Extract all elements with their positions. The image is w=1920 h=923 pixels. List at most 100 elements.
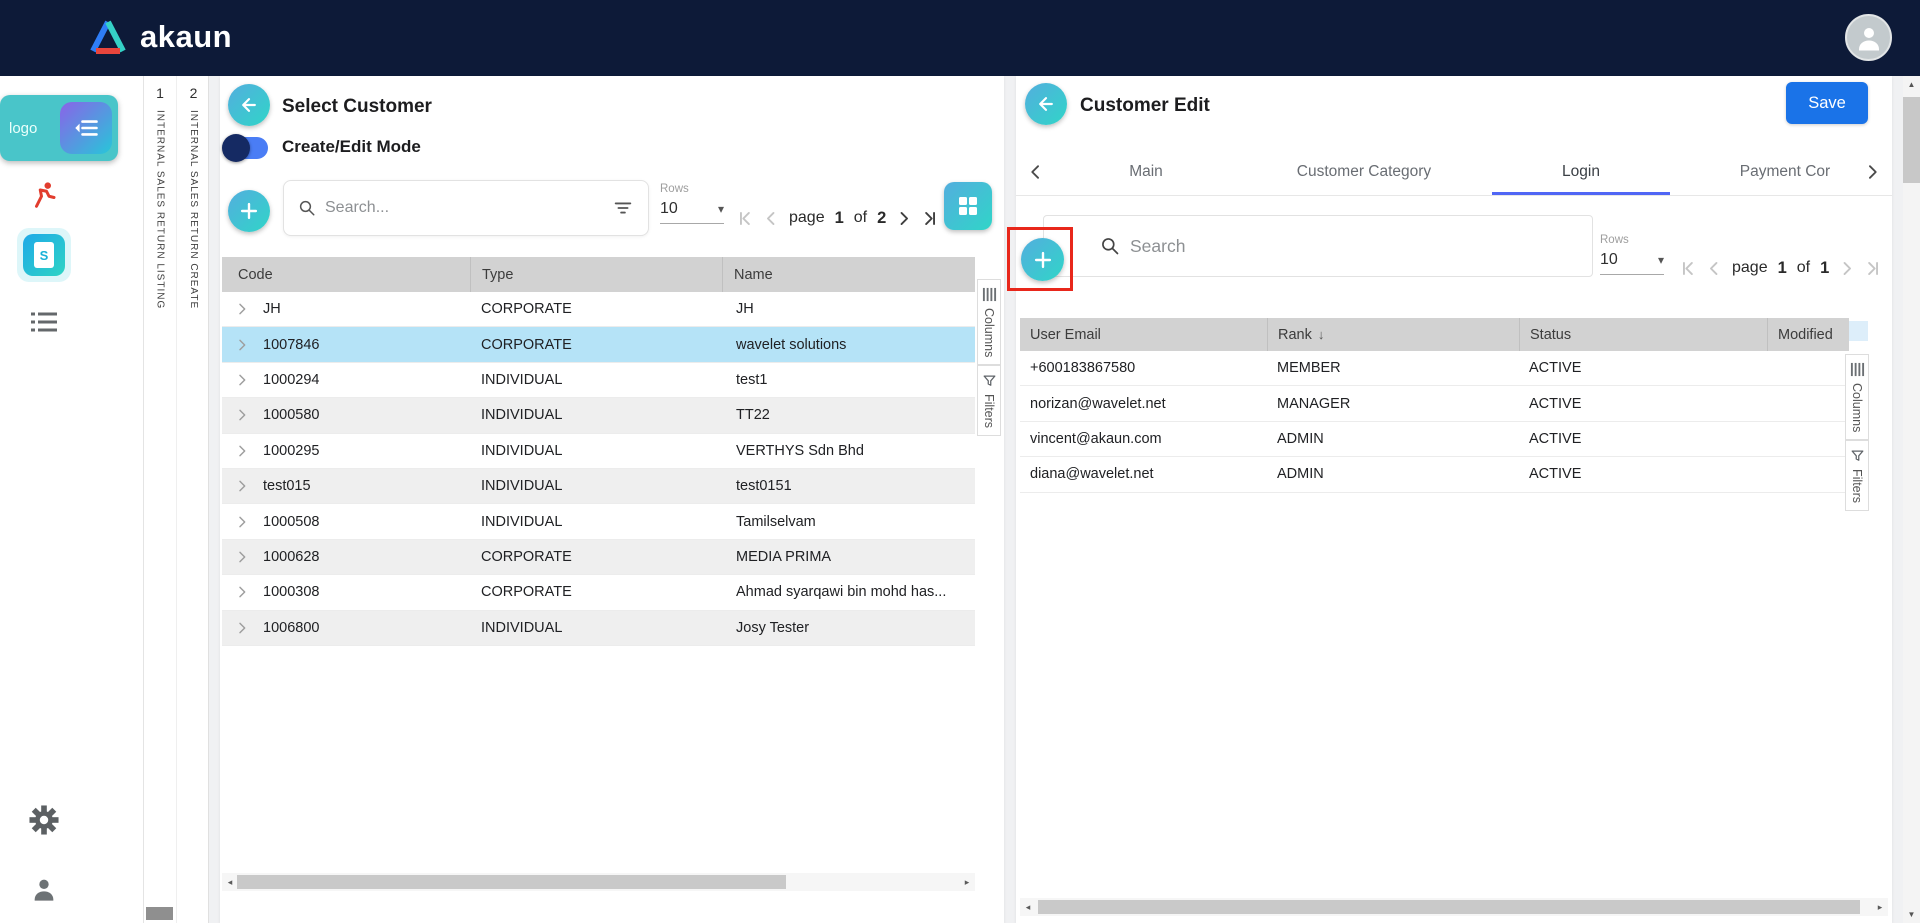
filters-tab[interactable]: Filters (1845, 440, 1869, 512)
row-expand-icon[interactable] (234, 443, 250, 459)
filter-list-icon (614, 202, 632, 214)
header-name[interactable]: Name (722, 257, 975, 292)
customer-row[interactable]: 1006800 INDIVIDUAL Josy Tester (222, 610, 975, 646)
customer-row[interactable]: 1000295 INDIVIDUAL VERTHYS Sdn Bhd (222, 433, 975, 469)
last-page-button[interactable] (919, 208, 938, 228)
save-button[interactable]: Save (1786, 82, 1868, 124)
last-page-button[interactable] (1862, 258, 1881, 278)
row-expand-icon[interactable] (234, 372, 250, 388)
tab-main[interactable]: Main (1056, 148, 1236, 195)
next-page-button[interactable] (1837, 258, 1856, 278)
horizontal-scrollbar[interactable]: ◂ ▸ (222, 873, 975, 891)
horizontal-scrollbar[interactable]: ◂ ▸ (1020, 898, 1888, 916)
profile-button[interactable] (30, 875, 58, 903)
create-edit-mode-toggle[interactable] (222, 134, 268, 162)
row-expand-icon[interactable] (234, 337, 250, 353)
first-page-button[interactable] (737, 208, 756, 228)
header-type[interactable]: Type (470, 257, 722, 292)
scrollbar-thumb[interactable] (237, 875, 786, 889)
add-customer-button[interactable] (228, 190, 270, 232)
tabs-scroll-right-button[interactable] (1852, 148, 1892, 195)
login-row[interactable]: diana@wavelet.net ADMIN ACTIVE (1020, 457, 1849, 493)
customer-search-input[interactable] (325, 199, 603, 217)
customer-row[interactable]: 1000580 INDIVIDUAL TT22 (222, 398, 975, 434)
back-button[interactable] (1025, 83, 1067, 125)
filter-button[interactable] (612, 197, 634, 219)
login-search-input[interactable] (1130, 235, 1578, 257)
cell-user-email: vincent@akaun.com (1030, 430, 1162, 447)
header-status[interactable]: Status (1519, 318, 1767, 351)
scroll-right-icon[interactable]: ▸ (959, 877, 975, 888)
filters-tab-label: Filters (982, 394, 996, 429)
row-expand-icon[interactable] (234, 407, 250, 423)
cell-rank: MEMBER (1277, 360, 1341, 377)
columns-tab[interactable]: Columns (1845, 354, 1869, 441)
vertical-tab-1[interactable]: 1 INTERNAL SALES RETURN LISTING (144, 76, 177, 923)
prev-page-button[interactable] (1705, 258, 1724, 278)
customer-row[interactable]: 1000308 CORPORATE Ahmad syarqawi bin mohd … (222, 575, 975, 611)
row-expand-icon[interactable] (234, 584, 250, 600)
login-row[interactable]: vincent@akaun.com ADMIN ACTIVE (1020, 421, 1849, 458)
scroll-left-icon[interactable]: ◂ (222, 877, 238, 888)
cell-code: 1006800 (263, 619, 320, 636)
list-icon (31, 312, 57, 332)
customer-row[interactable]: test015 INDIVIDUAL test0151 (222, 468, 975, 505)
columns-tab[interactable]: Columns (977, 279, 1001, 366)
scroll-up-icon[interactable]: ▲ (1903, 76, 1920, 93)
panel-title: Customer Edit (1080, 95, 1210, 116)
tab-customer-category[interactable]: Customer Category (1236, 148, 1492, 195)
cell-code: test015 (263, 478, 311, 495)
first-page-button[interactable] (1680, 258, 1699, 278)
customer-row[interactable]: 1000508 INDIVIDUAL Tamilselvam (222, 504, 975, 540)
scroll-right-icon[interactable]: ▸ (1872, 902, 1888, 913)
cell-name: MEDIA PRIMA (736, 548, 832, 565)
menu-collapse-button[interactable] (60, 102, 112, 154)
tab-login[interactable]: Login (1492, 148, 1670, 195)
table-scroll-top-button[interactable] (1848, 321, 1868, 341)
customer-row[interactable]: JH CORPORATE JH (222, 292, 975, 328)
login-row[interactable]: +600183867580 MEMBER ACTIVE (1020, 351, 1849, 387)
row-expand-icon[interactable] (234, 478, 250, 494)
scrollbar-thumb[interactable] (1038, 900, 1860, 914)
rows-select[interactable]: 10 ▾ (1600, 251, 1664, 275)
tab-payment-config[interactable]: Payment Cor (1670, 148, 1852, 195)
back-button[interactable] (228, 84, 270, 126)
header-user-email[interactable]: User Email (1020, 318, 1267, 351)
user-avatar[interactable] (1845, 14, 1892, 61)
row-expand-icon[interactable] (234, 620, 250, 636)
header-code[interactable]: Code (222, 257, 470, 292)
next-page-button[interactable] (894, 208, 913, 228)
grid-view-button[interactable] (944, 182, 992, 230)
tabs-scroll-left-button[interactable] (1016, 148, 1056, 195)
module-icon-active[interactable]: S (17, 228, 71, 282)
filters-tab[interactable]: Filters (977, 365, 1001, 437)
page-vertical-scrollbar[interactable]: ▲ ▼ (1903, 76, 1920, 923)
customer-row[interactable]: 1000294 INDIVIDUAL test1 (222, 362, 975, 399)
customer-row[interactable]: 1000628 CORPORATE MEDIA PRIMA (222, 539, 975, 576)
sidebar-list-button[interactable] (31, 311, 57, 333)
brand-logo: akaun (86, 18, 232, 56)
app-icon-red[interactable] (29, 180, 59, 210)
row-expand-icon[interactable] (234, 549, 250, 565)
scroll-down-icon[interactable]: ▼ (1903, 906, 1920, 923)
prev-page-button[interactable] (762, 208, 781, 228)
row-expand-icon[interactable] (234, 301, 250, 317)
tab-number: 1 (156, 85, 164, 101)
scrollbar-thumb[interactable] (1903, 97, 1920, 183)
rows-select[interactable]: 10 ▾ (660, 200, 724, 224)
grid-icon (959, 197, 977, 215)
header-modified[interactable]: Modified (1767, 318, 1849, 351)
scroll-left-icon[interactable]: ◂ (1020, 902, 1036, 913)
cell-type: INDIVIDUAL (481, 371, 563, 388)
cell-name: test0151 (736, 478, 792, 495)
add-login-button[interactable] (1021, 238, 1064, 281)
row-expand-icon[interactable] (234, 514, 250, 530)
cell-code: 1000308 (263, 584, 320, 601)
login-row[interactable]: norizan@wavelet.net MANAGER ACTIVE (1020, 386, 1849, 422)
header-rank[interactable]: Rank ↓ (1267, 318, 1519, 351)
settings-button[interactable] (29, 805, 59, 835)
vertical-tab-2[interactable]: 2 INTERNAL SALES RETURN CREATE (177, 76, 210, 923)
strip-scrollbar-thumb[interactable] (146, 907, 173, 920)
customer-row[interactable]: 1007846 CORPORATE wavelet solutions (222, 327, 975, 363)
page-number: 1 (834, 208, 844, 227)
